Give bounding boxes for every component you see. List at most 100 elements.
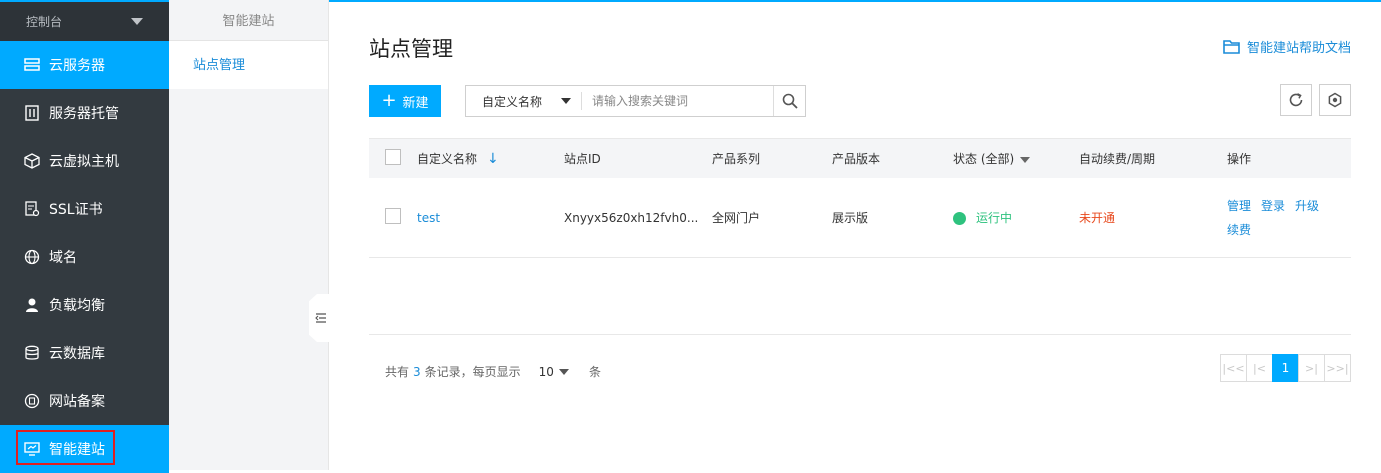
highlight-box: [16, 430, 115, 465]
sidebar-item-label: 服务器托管: [49, 106, 119, 122]
user-balance-icon: [24, 297, 40, 313]
prev-page-icon: |<: [1253, 361, 1266, 375]
refresh-button[interactable]: [1280, 84, 1312, 116]
header-status-filter[interactable]: 状态 (全部): [953, 150, 1079, 167]
console-switcher[interactable]: 控制台: [0, 0, 169, 41]
row-checkbox[interactable]: [385, 208, 401, 224]
page-size-select[interactable]: 10: [539, 365, 569, 379]
sidebar-item-smart-site[interactable]: 智能建站: [0, 425, 169, 473]
next-page-button[interactable]: >|: [1298, 354, 1325, 382]
globe-icon: [24, 249, 40, 265]
last-page-icon: >>|: [1326, 361, 1349, 375]
sidebar-item-cloud-server[interactable]: 云服务器: [0, 41, 169, 89]
subnav-title: 智能建站: [169, 0, 328, 41]
page-title: 站点管理: [369, 37, 453, 61]
new-site-button[interactable]: + 新建: [369, 85, 441, 117]
search-field-value: 自定义名称: [482, 94, 543, 109]
folder-icon: [1223, 39, 1240, 54]
settings-button[interactable]: [1319, 84, 1351, 116]
server-icon: [24, 57, 40, 73]
sidebar-item-label: 云服务器: [49, 58, 105, 74]
status-label: 运行中: [976, 211, 1013, 225]
header-renew: 自动续费/周期: [1079, 152, 1156, 166]
caret-down-icon: [561, 98, 571, 104]
status-cell: 运行中: [953, 209, 1079, 226]
select-all-checkbox[interactable]: [385, 149, 401, 165]
help-docs-link[interactable]: 智能建站帮助文档: [1223, 37, 1351, 56]
first-page-icon: |<<: [1222, 361, 1245, 375]
page-number-button[interactable]: 1: [1272, 354, 1299, 382]
certificate-icon: [24, 201, 40, 217]
last-page-button[interactable]: >>|: [1324, 354, 1351, 382]
site-table: 自定义名称 ↓ 站点ID 产品系列 产品版本 状态 (全部) 自动续费/周期 操作…: [369, 138, 1351, 258]
sidebar-item-label: 云虚拟主机: [49, 154, 119, 170]
sub-sidebar: 智能建站 站点管理: [169, 0, 329, 470]
sidebar-item-label: 负载均衡: [49, 298, 105, 314]
search-button[interactable]: [773, 86, 805, 116]
subnav-item-site-management[interactable]: 站点管理: [169, 41, 328, 89]
console-label: 控制台: [26, 15, 63, 29]
sidebar-item-label: SSL证书: [49, 202, 103, 218]
cube-icon: [24, 153, 40, 169]
series-cell: 全网门户: [712, 211, 761, 225]
pager-info: 共有 3 条记录，每页显示 10 条: [385, 363, 601, 380]
renew-link[interactable]: 续费: [1227, 223, 1251, 237]
sidebar-item-icp-record[interactable]: 网站备案: [0, 377, 169, 425]
next-page-icon: >|: [1305, 361, 1318, 375]
sidebar-item-label: 云数据库: [49, 346, 105, 362]
record-icon: [24, 393, 40, 409]
total-mid: 条记录，每页显示: [424, 365, 521, 379]
page-size-value: 10: [538, 364, 554, 379]
header-label: 自定义名称: [417, 152, 478, 166]
renew-cell: 未开通: [1079, 211, 1116, 225]
header-version: 产品版本: [832, 152, 881, 166]
new-button-label: 新建: [402, 95, 429, 111]
sort-down-icon[interactable]: ↓: [487, 151, 499, 167]
header-name[interactable]: 自定义名称 ↓: [417, 150, 564, 167]
main-sidebar: 控制台 云服务器 服务器托管 云虚拟主机 SSL证书 域名 负载均衡 云数据库 …: [0, 0, 169, 473]
caret-down-icon: [131, 18, 143, 25]
total-prefix: 共有: [385, 365, 410, 379]
collapse-sidebar-handle[interactable]: [309, 294, 329, 342]
upgrade-link[interactable]: 升级: [1295, 199, 1319, 213]
help-docs-label: 智能建站帮助文档: [1246, 41, 1351, 56]
header-series: 产品系列: [712, 152, 761, 166]
site-name-link[interactable]: test: [417, 211, 440, 225]
search-input[interactable]: [582, 87, 773, 115]
search-icon: [782, 93, 798, 109]
header-site-id: 站点ID: [564, 152, 601, 166]
table-row: test Xnyyx56z0xh12fvh0... 全网门户 展示版 运行中 未…: [369, 178, 1351, 258]
sidebar-item-ssl[interactable]: SSL证书: [0, 185, 169, 233]
sidebar-item-load-balance[interactable]: 负载均衡: [0, 281, 169, 329]
total-count: 3: [413, 364, 421, 379]
table-header: 自定义名称 ↓ 站点ID 产品系列 产品版本 状态 (全部) 自动续费/周期 操作: [369, 138, 1351, 178]
database-icon: [24, 345, 40, 361]
refresh-icon: [1289, 93, 1303, 107]
caret-down-icon: [1020, 156, 1031, 163]
sidebar-item-database[interactable]: 云数据库: [0, 329, 169, 377]
sidebar-item-domain[interactable]: 域名: [0, 233, 169, 281]
header-actions: 操作: [1227, 152, 1252, 166]
search-bar: 自定义名称: [465, 85, 806, 117]
page-size-unit: 条: [588, 365, 601, 379]
first-page-button[interactable]: |<<: [1220, 354, 1247, 382]
plus-icon: +: [381, 90, 397, 111]
collapse-icon: [315, 313, 326, 323]
sidebar-item-virtual-host[interactable]: 云虚拟主机: [0, 137, 169, 185]
sidebar-item-server-hosting[interactable]: 服务器托管: [0, 89, 169, 137]
sidebar-item-label: 域名: [49, 250, 77, 266]
sidebar-item-label: 网站备案: [49, 394, 105, 410]
rack-icon: [24, 105, 40, 121]
status-dot-icon: [953, 212, 966, 225]
search-field-select[interactable]: 自定义名称: [466, 92, 582, 110]
divider: [369, 334, 1351, 335]
version-cell: 展示版: [832, 211, 869, 225]
login-link[interactable]: 登录: [1261, 199, 1285, 213]
prev-page-button[interactable]: |<: [1246, 354, 1273, 382]
manage-link[interactable]: 管理: [1227, 199, 1251, 213]
header-label: 状态 (全部): [953, 152, 1015, 166]
caret-down-icon: [558, 368, 569, 375]
pagination: |<< |< 1 >| >>|: [1220, 354, 1351, 382]
site-id-cell: Xnyyx56z0xh12fvh0...: [564, 210, 699, 225]
gear-icon: [1328, 92, 1342, 108]
